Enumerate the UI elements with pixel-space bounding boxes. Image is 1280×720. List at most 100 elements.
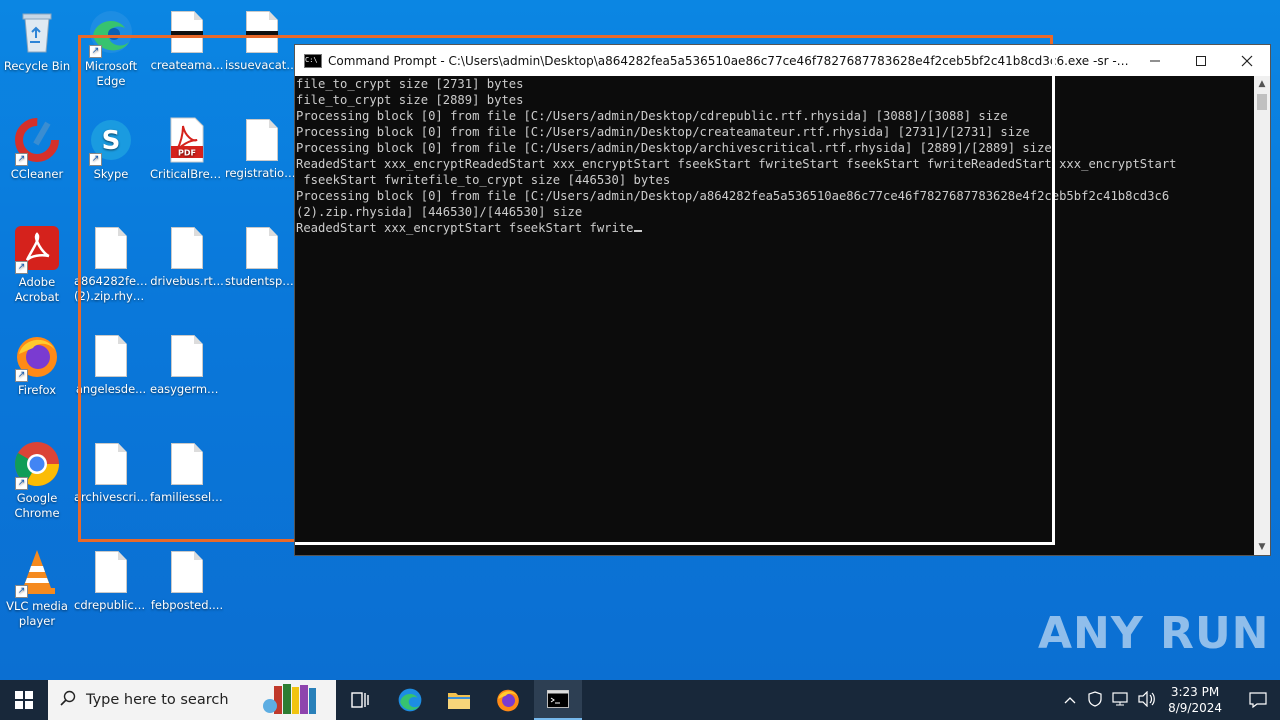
cmd-icon [547,690,569,708]
desktop-icon-adobe-acrobat[interactable]: ↗ Adobe Acrobat [0,224,74,305]
console-line: Processing block [0] from file [C:/Users… [296,141,1052,155]
taskbar-edge-button[interactable] [388,680,432,720]
desktop-icon-angelesde[interactable]: angelesde... [74,332,148,397]
desktop-icon-ccleaner[interactable]: ↗ CCleaner [0,116,74,182]
task-view-icon [351,692,369,708]
file-icon [171,335,203,377]
system-tray: 3:23 PM 8/9/2024 [1064,680,1280,720]
desktop-icon-createama[interactable]: createama... [150,8,224,73]
desktop-icon-febposted[interactable]: febposted.... [150,548,224,613]
volume-icon[interactable] [1138,690,1156,710]
desktop-icon-vlc[interactable]: ↗ VLC media player [0,548,74,629]
scroll-thumb[interactable] [1257,94,1267,110]
file-icon [246,227,278,269]
desktop-icon-studentsph[interactable]: studentsph... [225,224,299,289]
maximize-button[interactable] [1178,45,1224,76]
taskbar: Type here to search 3:23 PM 8/9/2024 [0,680,1280,720]
cmd-title-bar[interactable]: C:\ Command Prompt - C:\Users\admin\Desk… [295,45,1270,76]
cmd-window-title: Command Prompt - C:\Users\admin\Desktop\… [328,53,1132,68]
shortcut-arrow-icon: ↗ [15,477,28,490]
console-line: Processing block [0] from file [C:/Users… [296,125,1030,139]
file-icon [171,227,203,269]
file-icon [171,551,203,593]
file-icon [171,443,203,485]
file-icon [95,443,127,485]
task-view-button[interactable] [338,680,382,720]
console-last-line: ReadedStart xxx_encryptStart fseekStart … [296,220,1253,236]
notification-icon[interactable] [1236,692,1280,708]
svg-text:S: S [102,126,121,156]
shortcut-arrow-icon: ↗ [89,45,102,58]
console-line: Processing block [0] from file [C:/Users… [296,109,1008,123]
skype-icon: S ↗ [87,116,135,166]
search-icon [60,690,76,710]
desktop-icon-criticalbrea[interactable]: PDF CriticalBrea... [150,116,224,182]
file-icon [246,119,278,161]
command-prompt-window[interactable]: C:\ Command Prompt - C:\Users\admin\Desk… [295,45,1270,555]
scroll-down-icon[interactable]: ▼ [1254,539,1270,555]
desktop-icon-registration[interactable]: registration... [225,116,299,181]
file-icon [246,11,278,53]
start-button[interactable] [0,680,48,720]
chevron-up-icon[interactable] [1064,693,1076,707]
firefox-icon: ↗ [13,332,61,382]
shortcut-arrow-icon: ↗ [15,153,28,166]
desktop: Recycle Bin ↗ CCleaner ↗ Adobe Acrobat ↗… [0,0,1280,680]
taskbar-cmd-button[interactable] [534,680,582,720]
search-highlight-books-icon [260,680,334,720]
console-line: (2).zip.rhysida] [446530]/[446530] size [296,205,583,219]
taskbar-file-explorer-button[interactable] [437,680,481,720]
edge-icon: ↗ [87,8,135,58]
vertical-scrollbar[interactable]: ▲ ▼ [1254,76,1270,555]
edge-icon [398,688,422,712]
taskbar-search-box[interactable]: Type here to search [48,680,336,720]
file-icon [95,551,127,593]
windows-logo-icon [15,691,33,709]
shortcut-arrow-icon: ↗ [15,585,28,598]
taskbar-firefox-button[interactable] [486,680,530,720]
desktop-icon-cdrepublic[interactable]: cdrepublic.... [74,548,148,613]
svg-text:PDF: PDF [178,149,196,158]
vlc-cone-icon: ↗ [13,548,61,598]
ccleaner-icon: ↗ [13,116,61,166]
scroll-up-icon[interactable]: ▲ [1254,76,1270,92]
cmd-app-icon: C:\ [304,53,322,68]
clock-date: 8/9/2024 [1168,701,1222,715]
shortcut-arrow-icon: ↗ [15,261,28,274]
shortcut-arrow-icon: ↗ [89,153,102,166]
file-icon [95,227,127,269]
desktop-icon-recycle-bin[interactable]: Recycle Bin [0,8,74,74]
pdf-file-icon: PDF [163,116,211,164]
desktop-icon-familiessele[interactable]: familiessele... [150,440,224,505]
desktop-icon-firefox[interactable]: ↗ Firefox [0,332,74,398]
desktop-icon-easygerma[interactable]: easygerma... [150,332,224,397]
taskbar-clock[interactable]: 3:23 PM 8/9/2024 [1168,684,1222,716]
adobe-acrobat-icon: ↗ [13,224,61,274]
minimize-button[interactable] [1132,45,1178,76]
desktop-icon-a864282fea[interactable]: a864282fea...(2).zip.rhysi... [74,224,148,304]
file-icon [171,11,203,53]
console-line: file_to_crypt size [2889] bytes [296,93,524,107]
console-line: ReadedStart xxx_encryptStart fseekStart … [296,221,634,235]
shortcut-arrow-icon: ↗ [15,369,28,382]
folder-icon [448,693,470,709]
desktop-icon-skype[interactable]: S ↗ Skype [74,116,148,182]
console-line: fseekStart fwritefile_to_crypt size [446… [296,173,671,187]
console-line: file_to_crypt size [2731] bytes [296,77,524,91]
desktop-icon-archivescrit[interactable]: archivescrit... [74,440,148,505]
desktop-icon-drivebus[interactable]: drivebus.rt... [150,224,224,289]
chrome-icon: ↗ [13,440,61,490]
anyrun-watermark: ANY RUN [1038,608,1270,659]
close-button[interactable] [1224,45,1270,76]
desktop-icon-issuevacati[interactable]: issuevacati... [225,8,299,73]
recycle-bin-icon [13,8,61,56]
firefox-icon [497,689,519,712]
console-output[interactable]: file_to_crypt size [2731] bytes file_to_c… [295,76,1254,555]
security-icon[interactable] [1088,690,1102,710]
console-line: ReadedStart xxx_encryptReadedStart xxx_e… [296,157,1177,171]
text-cursor [633,230,642,232]
desktop-icon-microsoft-edge[interactable]: ↗ Microsoft Edge [74,8,148,89]
network-icon[interactable] [1112,691,1128,709]
file-icon [95,335,127,377]
desktop-icon-google-chrome[interactable]: ↗ Google Chrome [0,440,74,521]
